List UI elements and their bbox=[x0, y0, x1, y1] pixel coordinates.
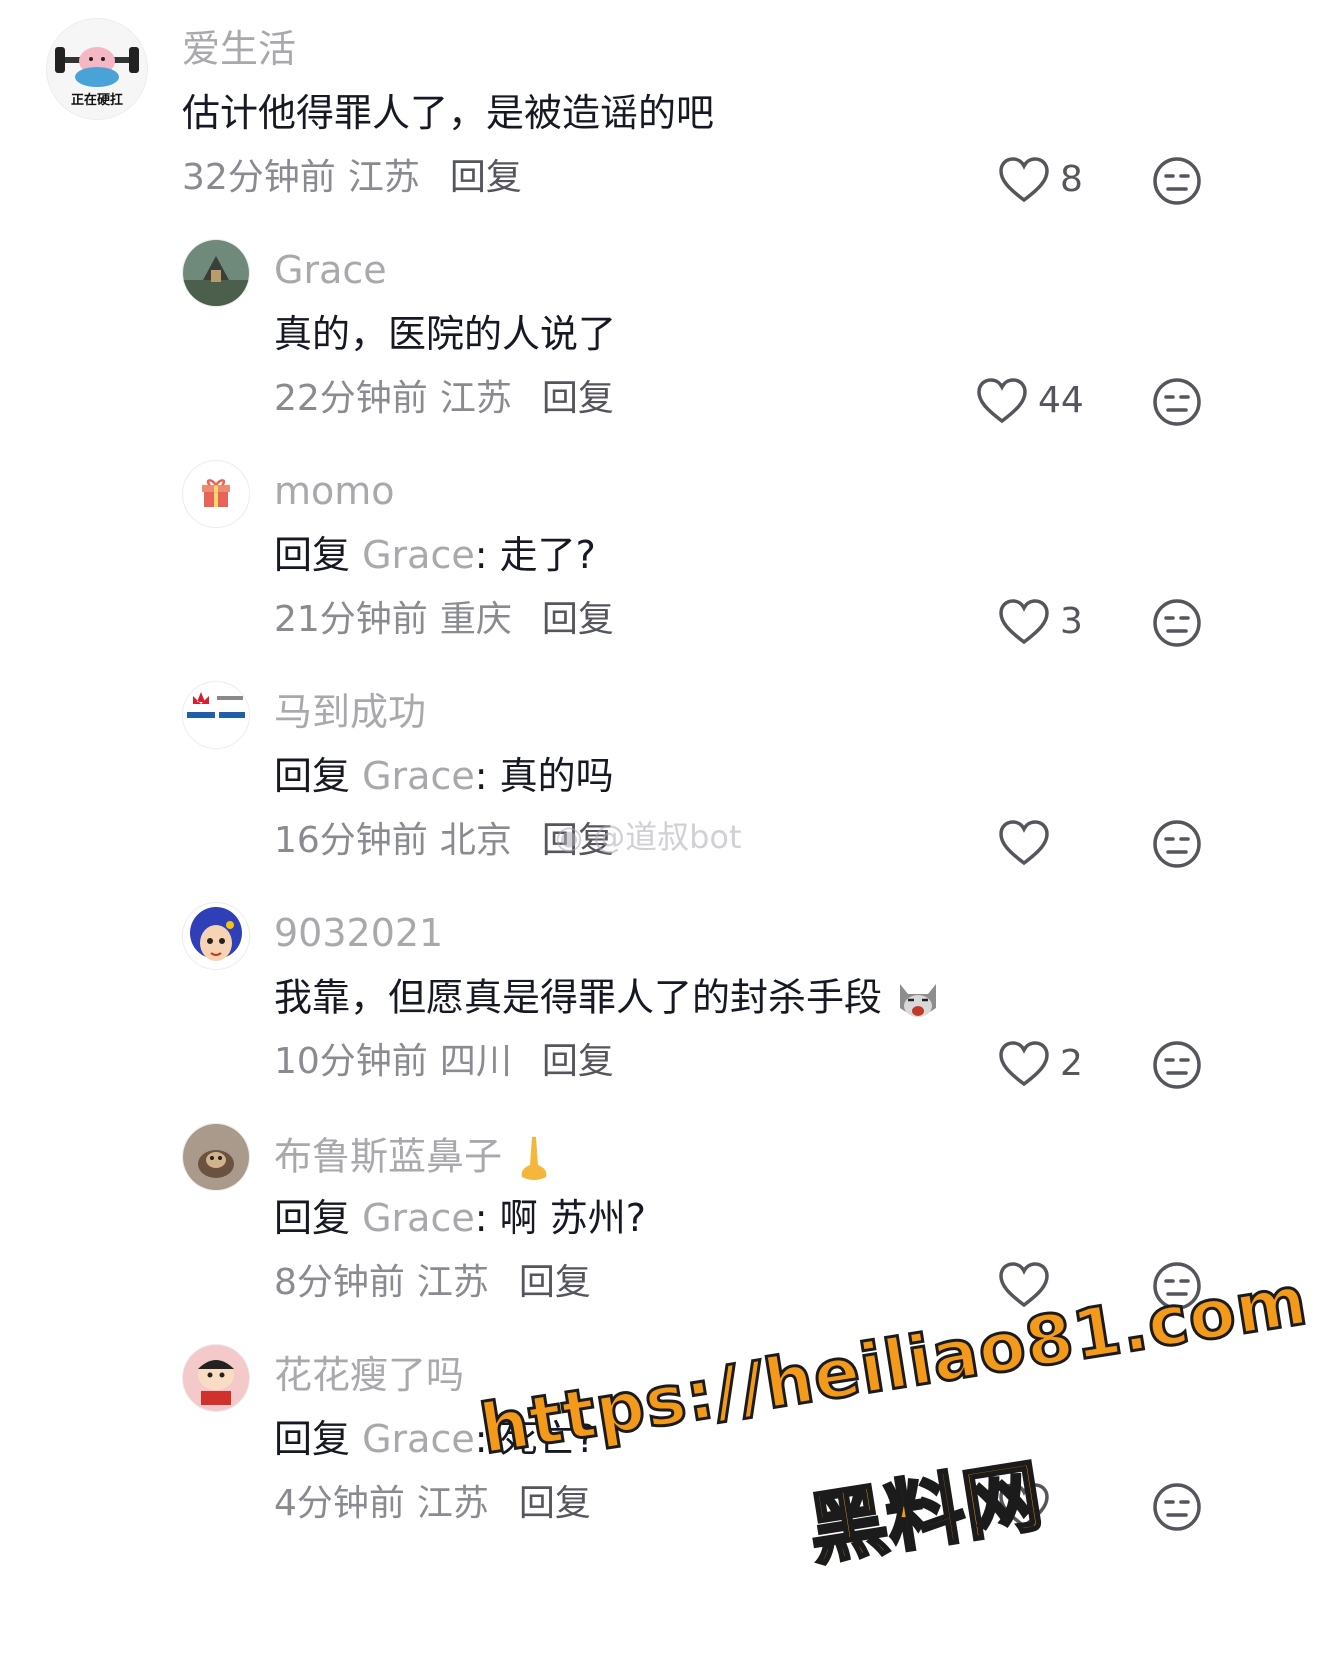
heart-icon bbox=[999, 1041, 1049, 1087]
weibo-logo-icon: ◉ bbox=[555, 818, 583, 856]
reply-target[interactable]: Grace bbox=[362, 533, 475, 577]
like-count: 44 bbox=[1038, 380, 1084, 421]
gift-avatar-icon bbox=[202, 479, 230, 507]
heart-icon bbox=[999, 599, 1049, 645]
comment-location: 江苏 bbox=[439, 378, 512, 419]
reply-prefix: 回复 bbox=[274, 533, 351, 577]
comment-location: 江苏 bbox=[347, 157, 420, 198]
reply-button[interactable]: 回复 bbox=[542, 1041, 614, 1082]
comment-location: 四川 bbox=[439, 1041, 512, 1082]
heart-icon bbox=[999, 157, 1049, 203]
crying-cat-emoji-icon bbox=[894, 978, 942, 1022]
dislike-face-icon[interactable] bbox=[1151, 1039, 1203, 1091]
overlay-url-text: https://heiliao81.com bbox=[474, 1260, 1315, 1472]
reply-button[interactable]: 回复 bbox=[450, 157, 522, 198]
reply-target[interactable]: Grace bbox=[362, 1417, 475, 1461]
reply-button[interactable]: 回复 bbox=[519, 1483, 591, 1524]
comment-username[interactable]: 爱生活 bbox=[182, 30, 296, 68]
comment-time: 10分钟前 bbox=[274, 1041, 428, 1082]
pagoda-photo-avatar-icon bbox=[183, 240, 249, 306]
comment-text: 真的，医院的人说了 bbox=[274, 312, 617, 356]
reply-button[interactable]: 回复 bbox=[542, 599, 614, 640]
comment-time: 8分钟前 bbox=[274, 1262, 405, 1303]
reply-button[interactable]: 回复 bbox=[542, 378, 614, 419]
comment-text: 回复 Grace: 啊 苏州? bbox=[274, 1196, 646, 1240]
avatar[interactable] bbox=[182, 902, 250, 970]
heart-icon bbox=[977, 378, 1027, 424]
avatar[interactable] bbox=[182, 460, 250, 528]
dislike-face-icon[interactable] bbox=[1151, 1481, 1203, 1533]
like-button[interactable]: 3 bbox=[998, 598, 1083, 646]
dislike-face-icon[interactable] bbox=[1151, 376, 1203, 428]
comment-time: 16分钟前 bbox=[274, 820, 428, 861]
comment-time: 21分钟前 bbox=[274, 599, 428, 640]
overlay-site-name: 黑料网 bbox=[801, 1450, 1049, 1578]
comment-meta: 32分钟前 江苏 回复 bbox=[182, 160, 522, 196]
reply-target[interactable]: Grace bbox=[362, 754, 475, 798]
comment-text: 回复 Grace: 走了? bbox=[274, 533, 596, 577]
comment-meta: 22分钟前 江苏 回复 bbox=[274, 381, 614, 417]
dog-photo-avatar-icon bbox=[183, 1124, 249, 1190]
comment-text: 估计他得罪人了，是被造谣的吧 bbox=[182, 91, 715, 135]
dislike-face-icon[interactable] bbox=[1151, 597, 1203, 649]
comment-username[interactable]: Grace bbox=[274, 251, 387, 289]
comment-text: 回复 Grace: 真的吗 bbox=[274, 754, 614, 798]
comment-location: 北京 bbox=[439, 820, 512, 861]
reply-prefix: 回复 bbox=[274, 1417, 351, 1461]
avatar[interactable] bbox=[182, 681, 250, 749]
cartoon-boy-avatar-icon bbox=[183, 1345, 249, 1411]
reply-button[interactable]: 回复 bbox=[519, 1262, 591, 1303]
comment-meta: 10分钟前 四川 回复 bbox=[274, 1044, 614, 1080]
comment-meta: 4分钟前 江苏 回复 bbox=[274, 1486, 591, 1522]
comment-username[interactable]: 9032021 bbox=[274, 914, 443, 952]
avatar[interactable]: 正在硬扛 bbox=[46, 18, 148, 120]
comment-username[interactable]: 布鲁斯蓝鼻子 bbox=[274, 1135, 554, 1183]
avatar-label: 正在硬扛 bbox=[70, 93, 123, 108]
comment-username[interactable]: 花花瘦了吗 bbox=[274, 1356, 464, 1394]
reply-prefix: 回复 bbox=[274, 1196, 351, 1240]
avatar[interactable] bbox=[182, 1123, 250, 1191]
avatar[interactable] bbox=[182, 239, 250, 307]
like-button[interactable]: 8 bbox=[998, 156, 1083, 204]
reply-prefix: 回复 bbox=[274, 754, 351, 798]
comment-time: 22分钟前 bbox=[274, 378, 428, 419]
comment-username[interactable]: momo bbox=[274, 472, 395, 510]
like-button[interactable]: 44 bbox=[976, 377, 1084, 425]
like-count: 2 bbox=[1060, 1043, 1083, 1084]
comment-username[interactable]: 马到成功 bbox=[274, 693, 426, 731]
heart-icon bbox=[999, 820, 1049, 866]
dislike-face-icon[interactable] bbox=[1151, 818, 1203, 870]
comment-time: 32分钟前 bbox=[182, 157, 336, 198]
comment-location: 重庆 bbox=[439, 599, 512, 640]
reply-target[interactable]: Grace bbox=[362, 1196, 475, 1240]
comment-location: 江苏 bbox=[416, 1483, 489, 1524]
comment-text: 我靠，但愿真是得罪人了的封杀手段 bbox=[274, 978, 942, 1022]
like-count: 3 bbox=[1060, 601, 1083, 642]
weibo-watermark: ◉ @道叔bot bbox=[555, 818, 742, 856]
comment-meta: 8分钟前 江苏 回复 bbox=[274, 1265, 591, 1301]
dislike-face-icon[interactable] bbox=[1151, 155, 1203, 207]
nose-emoji-icon bbox=[514, 1135, 554, 1183]
like-count: 8 bbox=[1060, 159, 1083, 200]
cartoon-girl-avatar-icon bbox=[190, 907, 242, 961]
like-button[interactable]: 2 bbox=[998, 1040, 1083, 1088]
comment-time: 4分钟前 bbox=[274, 1483, 405, 1524]
comment-location: 江苏 bbox=[416, 1262, 489, 1303]
comment-meta: 21分钟前 重庆 回复 bbox=[274, 602, 614, 638]
brand-logos-avatar-icon bbox=[183, 682, 249, 748]
avatar[interactable] bbox=[182, 1344, 250, 1412]
like-button[interactable] bbox=[998, 819, 1060, 867]
